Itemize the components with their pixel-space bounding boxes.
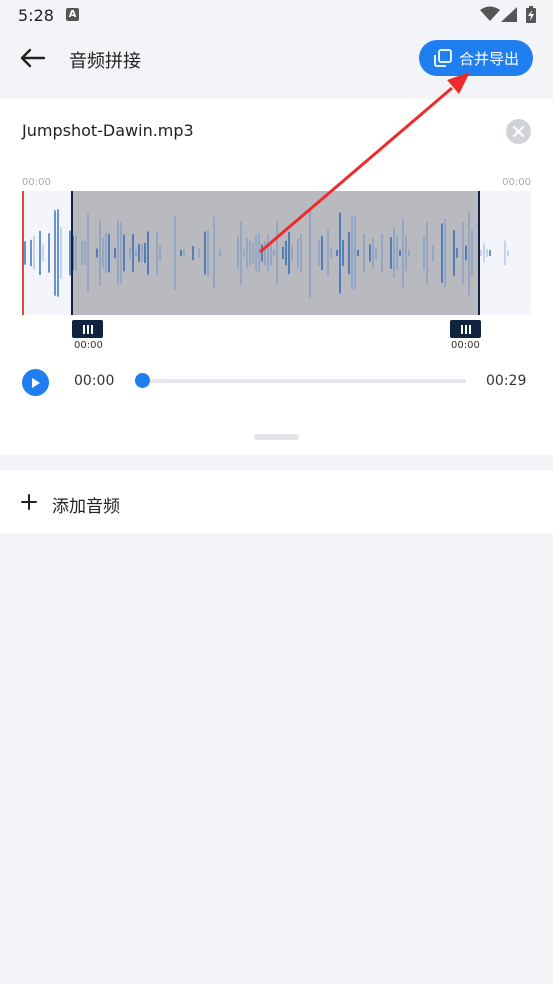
notification-icon: A [66, 8, 79, 21]
plus-icon [21, 494, 37, 510]
play-icon [32, 377, 40, 388]
merge-export-label: 合并导出 [458, 49, 519, 68]
current-time: 00:00 [74, 373, 115, 389]
remove-audio-button[interactable] [506, 119, 531, 144]
add-audio-label: 添加音频 [52, 497, 120, 517]
merge-export-button[interactable]: 合并导出 [419, 40, 533, 76]
trim-end-time: 00:00 [451, 340, 480, 351]
close-icon [512, 125, 525, 138]
waveform[interactable] [22, 191, 531, 315]
trim-end-handle[interactable] [450, 320, 481, 338]
screen: 5:28 A 音频拼接 合并导出 Jumpshot-Dawin.mp3 00:0… [0, 0, 553, 984]
progress-thumb[interactable] [135, 373, 150, 388]
signal-icon [501, 7, 517, 22]
app-bar: 音频拼接 合并导出 [0, 32, 553, 86]
page-title: 音频拼接 [69, 51, 141, 72]
add-audio-row[interactable]: 添加音频 [0, 470, 553, 533]
status-time: 5:28 [18, 6, 54, 25]
file-name: Jumpshot-Dawin.mp3 [22, 121, 194, 140]
trim-start-handle[interactable] [72, 320, 103, 338]
copy-export-icon [434, 49, 452, 67]
battery-icon [526, 6, 536, 23]
playhead-marker [22, 191, 24, 315]
audio-item-card: Jumpshot-Dawin.mp3 00:00 00:00 00:00 00:… [0, 99, 553, 455]
back-arrow-icon[interactable] [18, 44, 48, 74]
waveform-bars [24, 207, 509, 299]
status-bar: 5:28 A [0, 0, 553, 32]
wifi-icon [480, 6, 500, 21]
trim-start-time: 00:00 [74, 340, 103, 351]
playback-progress-bar[interactable] [135, 373, 466, 388]
drag-handle-bar[interactable] [254, 434, 299, 440]
play-button[interactable] [22, 369, 49, 396]
trim-start-edge [71, 191, 73, 315]
trim-end-edge [478, 191, 480, 315]
wave-end-time: 00:00 [502, 177, 531, 188]
duration-time: 00:29 [486, 373, 527, 389]
wave-start-time: 00:00 [22, 177, 51, 188]
